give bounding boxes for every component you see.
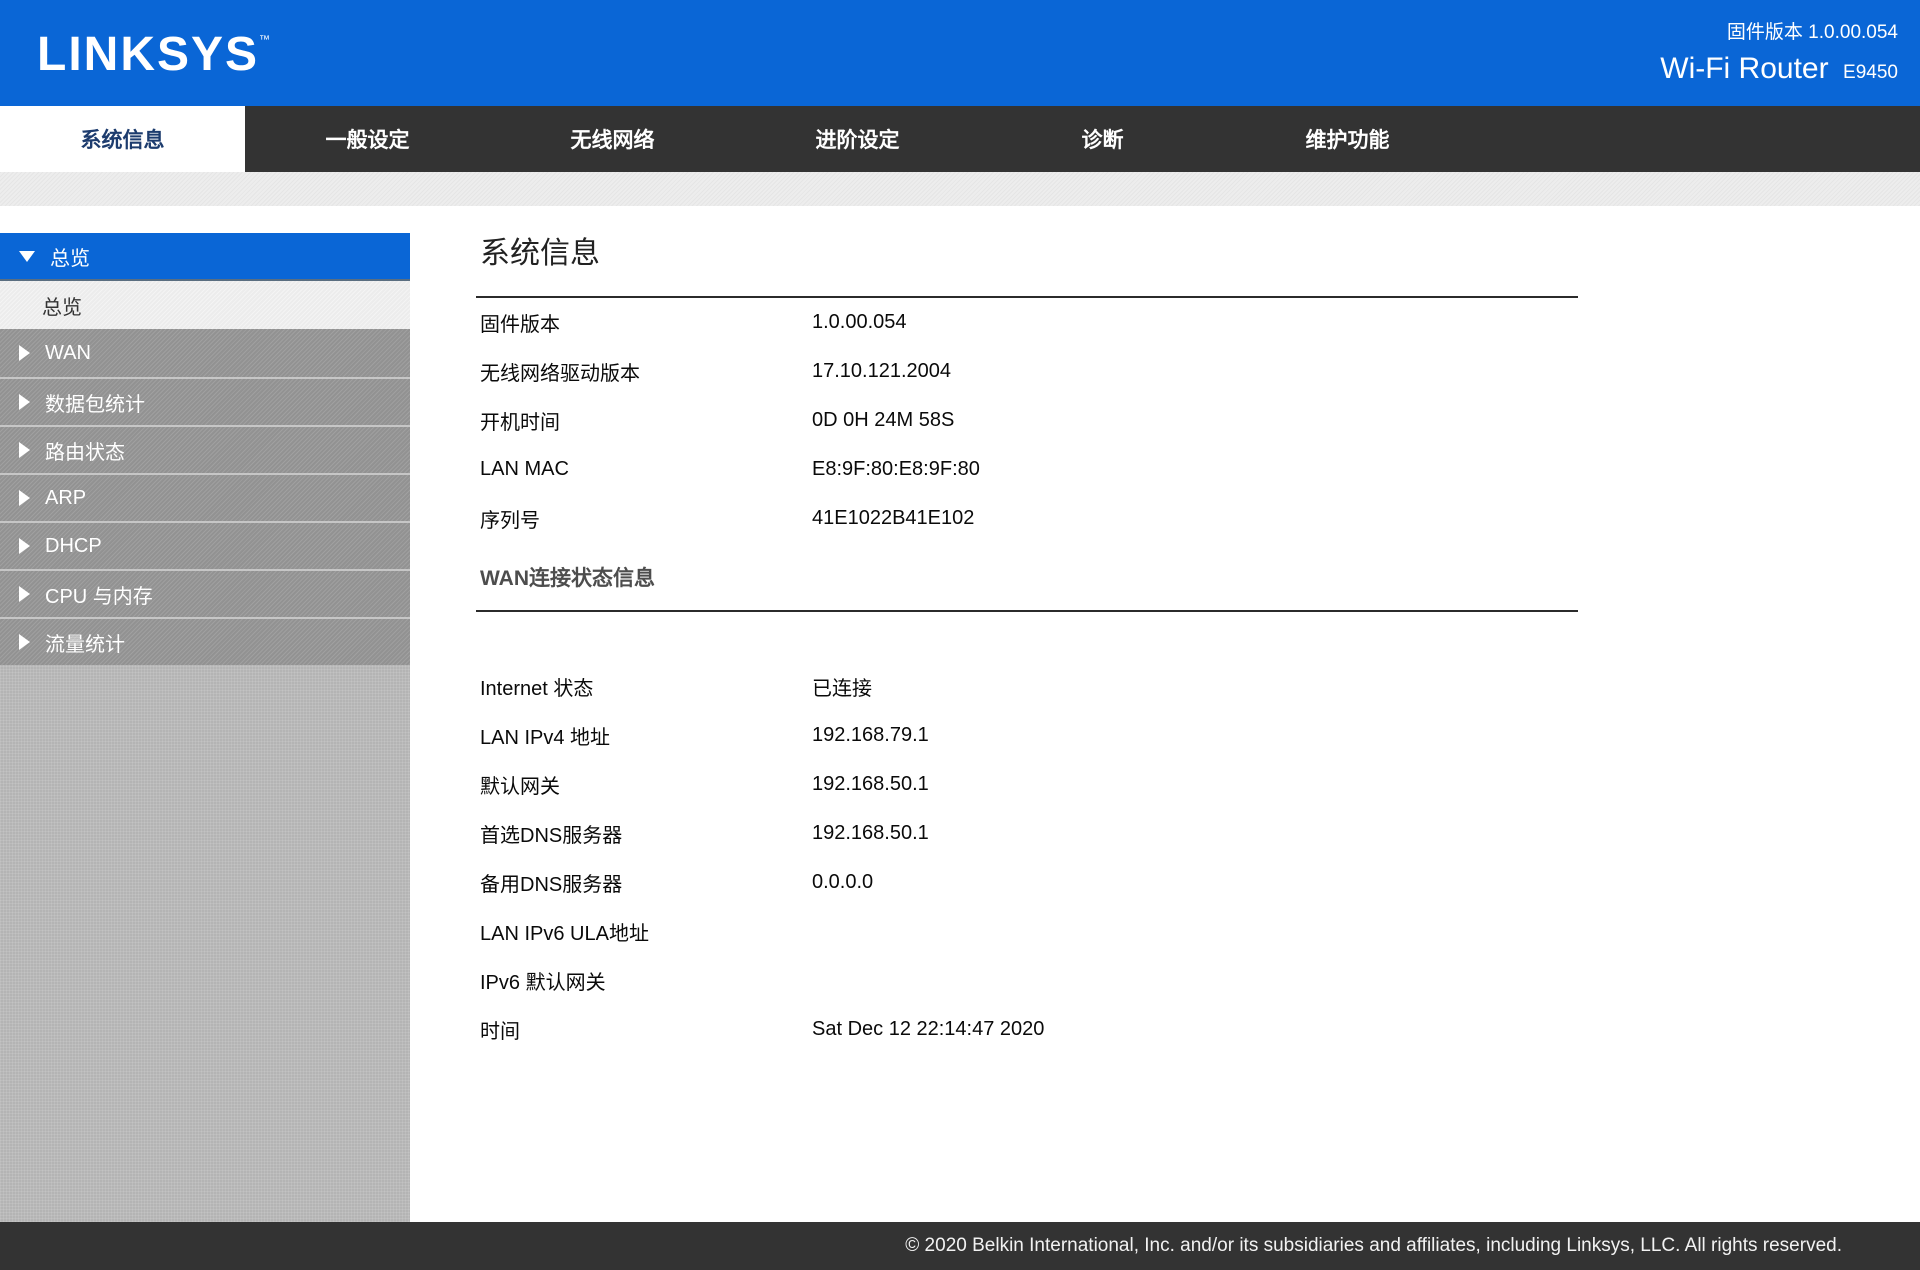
info-row-wireless-driver: 无线网络驱动版本 17.10.121.2004 [476,347,1578,396]
row-value: 1.0.00.054 [812,311,1578,334]
app-footer: © 2020 Belkin International, Inc. and/or… [0,1222,1920,1270]
info-row-secondary-dns: 备用DNS服务器 0.0.0.0 [476,858,1578,907]
sidebar-item-label: CPU 与内存 [45,580,153,609]
sidebar-item-label: 总览 [50,242,90,271]
system-info-content: 系统信息 固件版本 1.0.00.054 无线网络驱动版本 17.10.121.… [476,206,1578,1054]
product-line: Wi-Fi Router E9450 [1660,52,1898,86]
sidebar-item-label: 路由状态 [45,436,125,465]
info-row-lan-ipv4: LAN IPv4 地址 192.168.79.1 [476,711,1578,760]
divider-band [0,172,1920,206]
info-row-ipv6-gateway: IPv6 默认网关 [476,956,1578,1005]
row-value: 41E1022B41E102 [812,507,1578,530]
sidebar-item-dhcp[interactable]: DHCP [0,521,410,569]
triangle-right-icon [19,586,30,602]
copyright-text: © 2020 Belkin International, Inc. and/or… [905,1235,1842,1257]
row-label: 默认网关 [480,770,812,799]
main-nav-tabbar: 系统信息 一般设定 无线网络 进阶设定 诊断 维护功能 [0,106,1920,172]
row-value: 192.168.79.1 [812,724,1578,747]
row-value: 已连接 [812,672,1578,701]
sidebar-subitem-label: 总览 [42,291,82,320]
row-value: 0.0.0.0 [812,871,1578,894]
triangle-right-icon [19,634,30,650]
triangle-right-icon [19,490,30,506]
wan-section-title: WAN连接状态信息 [476,565,1578,593]
row-label: 开机时间 [480,406,812,435]
main-panel: 系统信息 固件版本 1.0.00.054 无线网络驱动版本 17.10.121.… [410,206,1920,1222]
app-header: LINKSYS™ 固件版本 1.0.00.054 Wi-Fi Router E9… [0,0,1920,106]
triangle-right-icon [19,442,30,458]
sidebar-item-routing-status[interactable]: 路由状态 [0,425,410,473]
row-label: 无线网络驱动版本 [480,357,812,386]
row-value: Sat Dec 12 22:14:47 2020 [812,1018,1578,1041]
tab-system-info[interactable]: 系统信息 [0,106,245,172]
info-row-uptime: 开机时间 0D 0H 24M 58S [476,396,1578,445]
sidebar-item-arp[interactable]: ARP [0,473,410,521]
tab-wireless[interactable]: 无线网络 [490,106,735,172]
sidebar-item-label: 数据包统计 [45,388,145,417]
row-label: 备用DNS服务器 [480,868,812,897]
info-row-firmware: 固件版本 1.0.00.054 [476,298,1578,347]
row-label: 时间 [480,1015,812,1044]
row-label: Internet 状态 [480,672,812,701]
row-label: 固件版本 [480,308,812,337]
info-row-internet-status: Internet 状态 已连接 [476,662,1578,711]
linksys-logo: LINKSYS™ [37,31,272,79]
product-model: E9450 [1843,62,1898,83]
sidebar-subitem-overview[interactable]: 总览 [0,281,410,329]
sidebar-item-cpu-memory[interactable]: CPU 与内存 [0,569,410,617]
firmware-version-label: 固件版本 1.0.00.054 [1660,20,1898,46]
sidebar-item-traffic-stats[interactable]: 流量统计 [0,617,410,665]
info-row-lan-ipv6-ula: LAN IPv6 ULA地址 [476,907,1578,956]
triangle-down-icon [19,251,35,262]
row-label: LAN MAC [480,458,812,481]
sidebar-item-packet-stats[interactable]: 数据包统计 [0,377,410,425]
product-name: Wi-Fi Router [1660,52,1828,85]
row-label: LAN IPv4 地址 [480,721,812,750]
logo-text: LINKSYS [37,28,259,81]
row-label: 首选DNS服务器 [480,819,812,848]
sidebar-item-label: ARP [45,487,86,510]
info-row-default-gateway: 默认网关 192.168.50.1 [476,760,1578,809]
info-row-time: 时间 Sat Dec 12 22:14:47 2020 [476,1005,1578,1054]
triangle-right-icon [19,345,30,361]
content-layout: 总览 总览 WAN 数据包统计 路由状态 ARP [0,206,1920,1222]
sidebar-item-label: DHCP [45,535,102,558]
tab-diagnostics[interactable]: 诊断 [980,106,1225,172]
header-right: 固件版本 1.0.00.054 Wi-Fi Router E9450 [1660,20,1898,86]
tab-general-settings[interactable]: 一般设定 [245,106,490,172]
sidebar: 总览 总览 WAN 数据包统计 路由状态 ARP [0,206,410,1222]
row-value: 192.168.50.1 [812,822,1578,845]
row-label: IPv6 默认网关 [480,966,812,995]
info-row-primary-dns: 首选DNS服务器 192.168.50.1 [476,809,1578,858]
info-row-serial: 序列号 41E1022B41E102 [476,494,1578,543]
tab-maintenance[interactable]: 维护功能 [1225,106,1470,172]
row-label: LAN IPv6 ULA地址 [480,917,812,946]
row-value: 192.168.50.1 [812,773,1578,796]
sidebar-item-overview[interactable]: 总览 [0,233,410,281]
spacer [476,612,1578,662]
page-title: 系统信息 [476,236,1578,272]
row-value: 0D 0H 24M 58S [812,409,1578,432]
sidebar-item-label: WAN [45,342,91,365]
trademark-mark: ™ [259,34,272,46]
info-row-lan-mac: LAN MAC E8:9F:80:E8:9F:80 [476,445,1578,494]
row-value: E8:9F:80:E8:9F:80 [812,458,1578,481]
tab-advanced-settings[interactable]: 进阶设定 [735,106,980,172]
triangle-right-icon [19,394,30,410]
sidebar-item-label: 流量统计 [45,628,125,657]
row-value: 17.10.121.2004 [812,360,1578,383]
sidebar-item-wan[interactable]: WAN [0,329,410,377]
sidebar-filler [0,665,410,1222]
row-label: 序列号 [480,504,812,533]
triangle-right-icon [19,538,30,554]
router-admin-page: LINKSYS™ 固件版本 1.0.00.054 Wi-Fi Router E9… [0,0,1920,1270]
